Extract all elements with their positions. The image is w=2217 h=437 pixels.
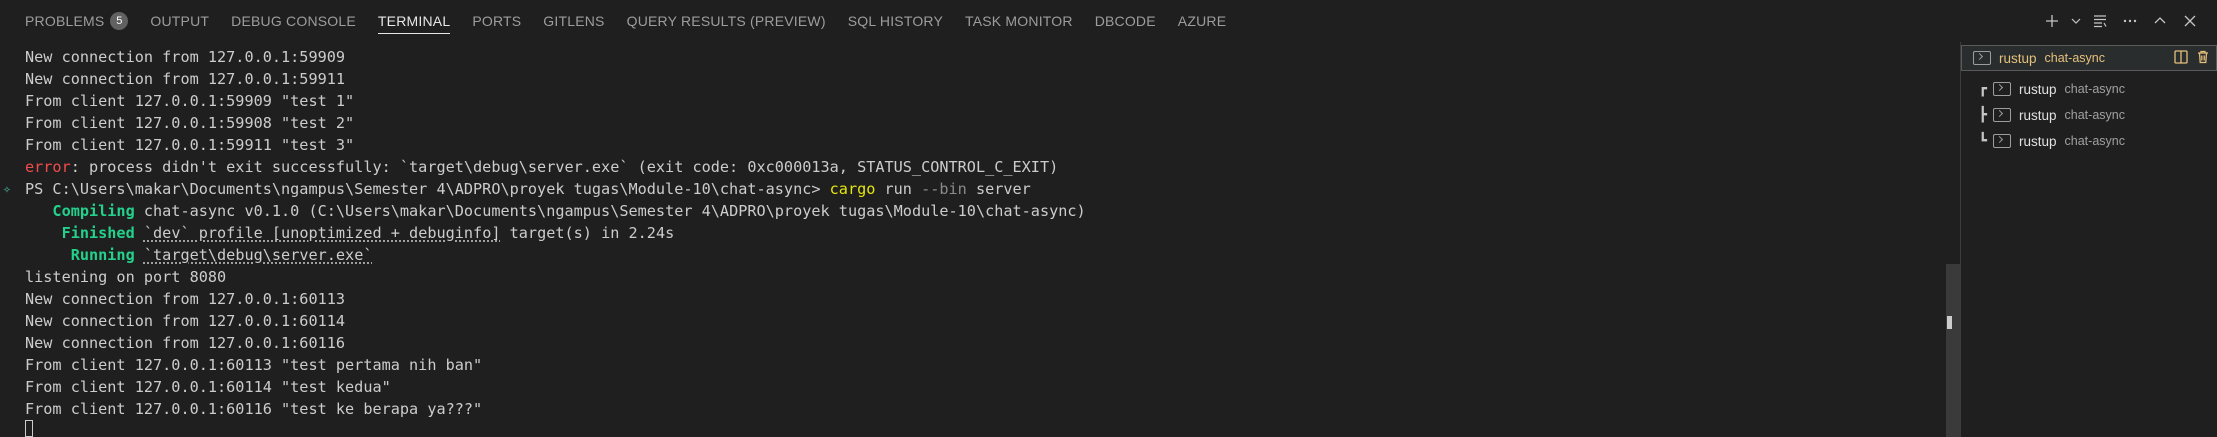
terminal-description: chat-async: [2064, 108, 2125, 122]
tab-label: AZURE: [1177, 13, 1227, 29]
terminal-description: chat-async: [2064, 82, 2125, 96]
terminal-line: From client 127.0.0.1:60113 "test pertam…: [25, 356, 483, 374]
list-icon[interactable]: [2087, 8, 2113, 34]
chevron-up-icon[interactable]: [2147, 8, 2173, 34]
terminal-icon: [1993, 82, 2011, 96]
terminal-line: Compiling chat-async v0.1.0 (C:\Users\ma…: [25, 200, 1086, 222]
tab-debug-console[interactable]: DEBUG CONSOLE: [220, 0, 367, 42]
terminal-line: From client 127.0.0.1:59908 "test 2": [25, 114, 355, 132]
tab-label: PORTS: [472, 13, 522, 29]
problems-count-badge: 5: [110, 12, 129, 30]
command-decoration-icon[interactable]: ✧: [3, 182, 11, 197]
trash-icon[interactable]: [2195, 49, 2211, 68]
tab-label: DEBUG CONSOLE: [231, 13, 356, 29]
terminal-line: New connection from 127.0.0.1:60114: [25, 312, 346, 330]
cargo-status-label: Compiling: [25, 202, 135, 220]
cargo-status-label: Finished: [25, 224, 135, 242]
command-subcommand: run: [875, 180, 922, 198]
terminal-instance[interactable]: ┏ rustup chat-async: [1961, 76, 2217, 102]
executable-path-link[interactable]: `target\debug\server.exe`: [144, 246, 373, 264]
terminal-line: Running `target\debug\server.exe`: [25, 244, 373, 266]
terminal-description: chat-async: [2064, 134, 2125, 148]
tab-label: PROBLEMS: [25, 13, 105, 29]
cargo-status-text: chat-async v0.1.0 (C:\Users\makar\Docume…: [134, 202, 1086, 220]
cargo-status-label: Running: [25, 246, 135, 264]
tab-label: SQL HISTORY: [847, 13, 944, 29]
terminal-line: From client 127.0.0.1:59909 "test 1": [25, 92, 355, 110]
chevron-down-icon[interactable]: [2069, 8, 2083, 34]
tab-label: DBCODE: [1094, 13, 1156, 29]
cargo-profile-link[interactable]: `dev` profile [unoptimized + debuginfo]: [144, 224, 501, 242]
tab-label: QUERY RESULTS (PREVIEW): [626, 13, 826, 29]
scrollbar-thumb[interactable]: [1946, 264, 1960, 437]
terminal-cursor: [25, 420, 33, 437]
terminal-instance[interactable]: ┗ rustup chat-async: [1961, 128, 2217, 154]
tree-branch-icon: ┣: [1978, 107, 1987, 123]
terminal-line: New connection from 127.0.0.1:59911: [25, 70, 346, 88]
error-label: error: [25, 158, 71, 176]
panel-actions: [2039, 0, 2203, 42]
terminal-line: error: process didn't exit successfully:…: [25, 156, 1058, 178]
terminal-group-rustup[interactable]: rustup chat-async: [1961, 45, 2217, 71]
terminal-name: rustup: [2019, 107, 2057, 123]
tab-azure[interactable]: AZURE: [1167, 0, 1237, 42]
error-message: : process didn't exit successfully: `tar…: [70, 158, 1059, 176]
tab-problems[interactable]: PROBLEMS 5: [14, 0, 139, 42]
terminal-icon: [1973, 51, 1991, 65]
scrollbar-marker: [1947, 316, 1952, 329]
tab-gitlens[interactable]: GITLENS: [532, 0, 615, 42]
terminal-line: listening on port 8080: [25, 268, 227, 286]
tab-label: TASK MONITOR: [965, 13, 1073, 29]
tab-label: TERMINAL: [377, 13, 451, 29]
terminal-name: rustup: [2019, 81, 2057, 97]
cargo-status-text: target(s) in 2.24s: [500, 224, 675, 242]
terminal-prompt-line: PS C:\Users\makar\Documents\ngampus\Seme…: [25, 178, 1031, 200]
terminal-icon: [1993, 108, 2011, 122]
command-argument: server: [966, 180, 1031, 198]
tab-output[interactable]: OUTPUT: [139, 0, 220, 42]
tab-dbcode[interactable]: DBCODE: [1084, 0, 1167, 42]
prompt-path: PS C:\Users\makar\Documents\ngampus\Seme…: [25, 180, 830, 198]
terminal-scrollbar[interactable]: [1946, 46, 1960, 437]
terminal-line: New connection from 127.0.0.1:59909: [25, 48, 346, 66]
panel-tabs: PROBLEMS 5 OUTPUT DEBUG CONSOLE TERMINAL…: [0, 0, 1237, 42]
tree-branch-icon: ┏: [1978, 81, 1987, 97]
command-flag: --bin: [921, 180, 967, 198]
terminal-name: rustup: [1999, 50, 2037, 66]
tab-label: GITLENS: [543, 13, 605, 29]
panel-tab-bar: PROBLEMS 5 OUTPUT DEBUG CONSOLE TERMINAL…: [0, 0, 2217, 42]
tree-branch-icon: ┗: [1978, 133, 1987, 149]
terminal-instance[interactable]: ┣ rustup chat-async: [1961, 102, 2217, 128]
tab-label: OUTPUT: [150, 13, 210, 29]
tab-ports[interactable]: PORTS: [461, 0, 532, 42]
terminal-line: From client 127.0.0.1:59911 "test 3": [25, 136, 355, 154]
terminal-description: chat-async: [2044, 51, 2105, 65]
tab-terminal[interactable]: TERMINAL: [367, 0, 461, 42]
terminal-tabs-list: rustup chat-async ┏ rustup chat-async ┣ …: [1961, 42, 2217, 437]
terminal-line: New connection from 127.0.0.1:60116: [25, 334, 346, 352]
tab-task-monitor[interactable]: TASK MONITOR: [954, 0, 1084, 42]
close-icon[interactable]: [2177, 8, 2203, 34]
terminal-icon: [1993, 134, 2011, 148]
tab-query-results[interactable]: QUERY RESULTS (PREVIEW): [616, 0, 837, 42]
plus-icon[interactable]: [2039, 8, 2065, 34]
terminal-output[interactable]: New connection from 127.0.0.1:59909 New …: [0, 42, 1940, 437]
ellipsis-icon[interactable]: [2117, 8, 2143, 34]
tab-sql-history[interactable]: SQL HISTORY: [837, 0, 954, 42]
terminal-line: New connection from 127.0.0.1:60113: [25, 290, 346, 308]
terminal-line: From client 127.0.0.1:60116 "test ke ber…: [25, 400, 483, 418]
terminal-name: rustup: [2019, 133, 2057, 149]
terminal-line: Finished `dev` profile [unoptimized + de…: [25, 222, 675, 244]
command-name: cargo: [829, 180, 876, 198]
terminal-line: From client 127.0.0.1:60114 "test kedua": [25, 378, 391, 396]
split-terminal-icon[interactable]: [2173, 49, 2189, 68]
